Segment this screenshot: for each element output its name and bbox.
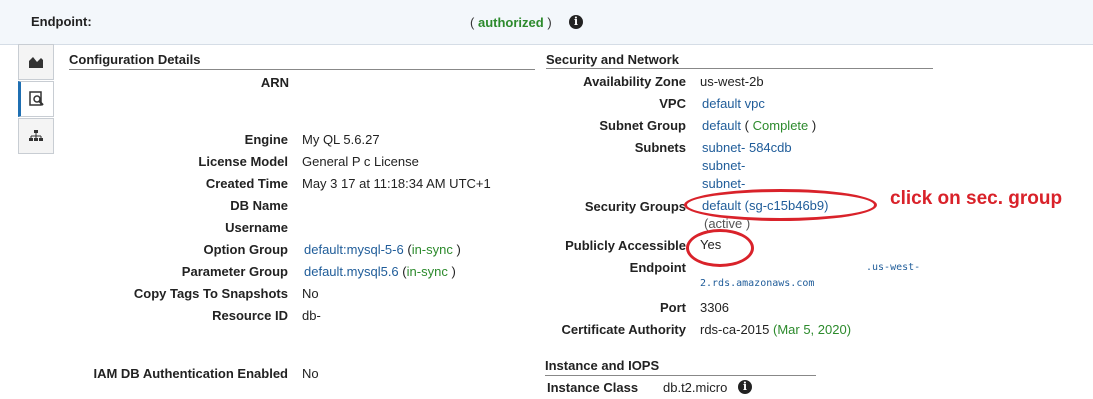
parameter-group-label: Parameter Group — [181, 264, 288, 279]
availability-zone-value: us-west-2b — [700, 74, 764, 89]
engine-label: Engine — [244, 132, 288, 147]
iam-auth-value: No — [302, 366, 319, 381]
copy-tags-value: No — [302, 286, 319, 301]
subnet-3-link[interactable]: subnet- — [702, 176, 745, 191]
option-group-label: Option Group — [203, 242, 288, 257]
vpc-link[interactable]: default vpc — [702, 96, 765, 111]
annotation-click-on-sec-group: click on sec. group — [890, 188, 1063, 209]
engine-value: My QL 5.6.27 — [302, 132, 380, 147]
endpoint-label: Endpoint: — [31, 14, 92, 29]
endpoint-status: ( authorized ) — [470, 15, 552, 30]
endpoint-label-field: Endpoint — [629, 260, 686, 275]
vpc-label: VPC — [659, 96, 686, 111]
status-open-paren: ( — [470, 15, 475, 30]
certificate-authority-value: rds-ca-2015 (Mar 5, 2020) — [700, 322, 851, 337]
authorized-status: authorized — [477, 15, 544, 30]
resource-id-label: Resource ID — [212, 308, 288, 323]
created-time-label: Created Time — [205, 176, 288, 191]
subnet-1-link[interactable]: subnet- 584cdb — [702, 140, 792, 155]
option-group-value: default:mysql-5-6 (in-sync ) — [304, 242, 461, 257]
db-name-label: DB Name — [230, 198, 288, 213]
instance-class-value: db.t2.micro — [663, 380, 728, 395]
subnet-group-link[interactable]: default — [702, 118, 741, 133]
parameter-group-value: default.mysql5.6 (in-sync ) — [304, 264, 456, 279]
side-tabs — [18, 44, 54, 155]
license-model-label: License Model — [198, 154, 288, 169]
option-group-status: in-sync — [411, 242, 453, 257]
publicly-accessible-highlight-ellipse — [686, 229, 754, 267]
status-close-paren: ) — [547, 15, 552, 30]
tab-topology[interactable] — [18, 118, 54, 154]
topology-icon — [29, 130, 43, 141]
subnet-group-value: default ( Complete ) — [702, 118, 817, 133]
certificate-authority-label: Certificate Authority — [561, 322, 686, 337]
publicly-accessible-label: Publicly Accessible — [565, 238, 686, 253]
username-label: Username — [225, 220, 288, 235]
endpoint-value-part1: .us-west- — [866, 262, 921, 273]
iam-auth-label: IAM DB Authentication Enabled — [93, 366, 288, 381]
port-label: Port — [660, 300, 686, 315]
instance-class-label: Instance Class — [547, 380, 639, 395]
subnet-group-status: Complete — [752, 118, 809, 133]
copy-tags-label: Copy Tags To Snapshots — [133, 286, 288, 301]
config-divider — [69, 69, 535, 70]
certificate-authority-name: rds-ca-2015 — [700, 322, 770, 337]
tab-monitoring[interactable] — [18, 44, 54, 80]
security-network-title: Security and Network — [546, 52, 679, 67]
parameter-group-link[interactable]: default.mysql5.6 — [304, 264, 399, 279]
subnet-2-link[interactable]: subnet- — [702, 158, 745, 173]
certificate-expiry-date: (Mar 5, 2020) — [773, 322, 852, 337]
details-icon — [29, 91, 44, 106]
endpoint-value-part2: 2.rds.amazonaws.com — [700, 278, 815, 289]
created-time-value: May 3 17 at 11:18:34 AM UTC+1 — [302, 176, 491, 191]
configuration-details-title: Configuration Details — [69, 52, 201, 67]
arn-label: ARN — [260, 75, 289, 90]
resource-id-value: db- — [302, 308, 321, 323]
port-value: 3306 — [700, 300, 729, 315]
tab-details[interactable] — [18, 81, 54, 117]
monitoring-icon — [29, 57, 43, 68]
security-divider — [546, 68, 933, 69]
subnet-group-label: Subnet Group — [599, 118, 686, 133]
security-group-highlight-ellipse — [684, 189, 877, 221]
license-model-value: General P c License — [302, 154, 419, 169]
parameter-group-status: in-sync — [406, 264, 448, 279]
security-groups-label: Security Groups — [584, 199, 686, 214]
availability-zone-label: Availability Zone — [583, 74, 686, 89]
info-icon[interactable]: i — [569, 15, 583, 29]
instance-iops-title: Instance and IOPS — [545, 358, 660, 373]
subnets-label: Subnets — [634, 140, 686, 155]
info-icon[interactable]: i — [738, 380, 752, 394]
instance-divider — [545, 375, 816, 376]
option-group-link[interactable]: default:mysql-5-6 — [304, 242, 404, 257]
